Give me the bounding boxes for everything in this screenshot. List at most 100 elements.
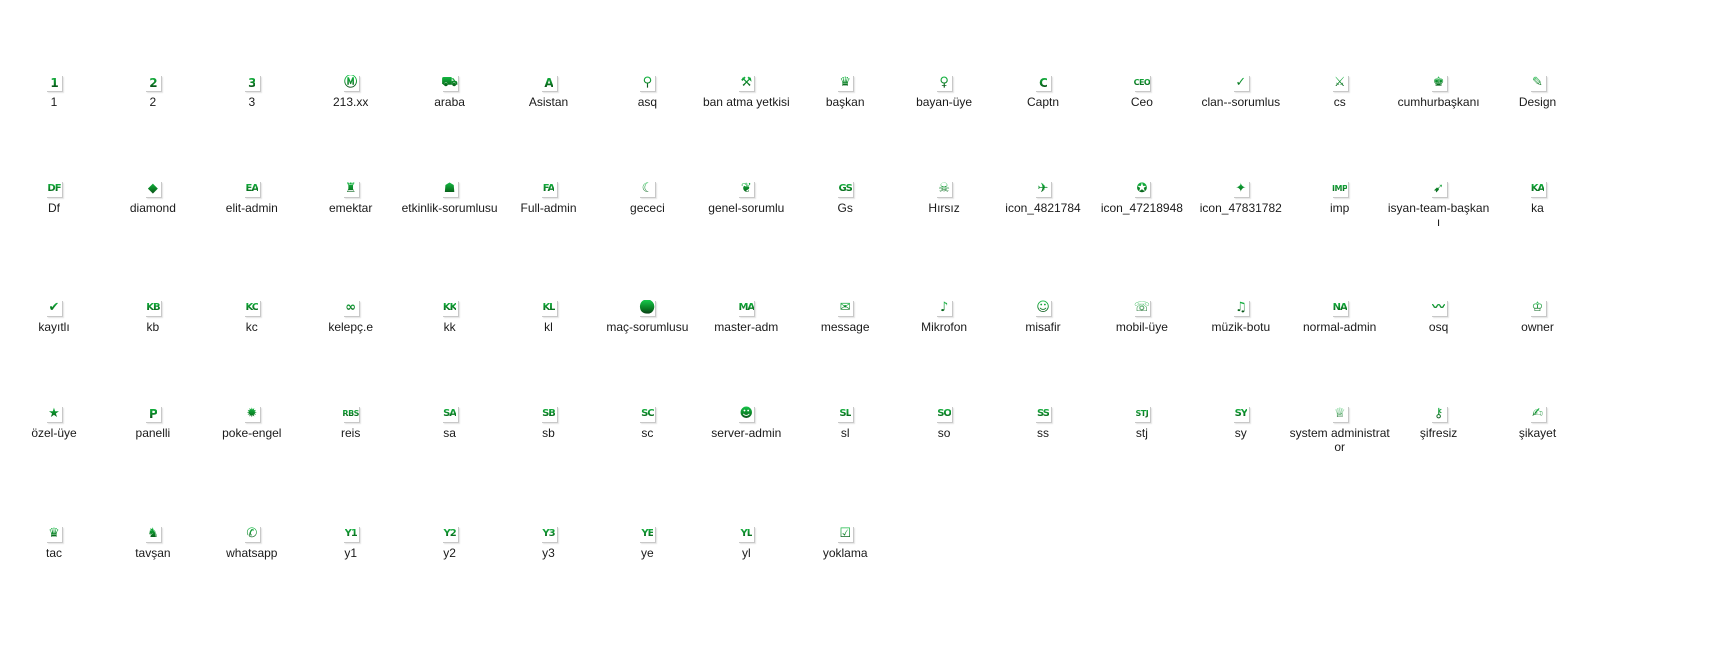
- file-item[interactable]: SS ss: [991, 406, 1095, 440]
- file-item[interactable]: SY sy: [1189, 406, 1293, 440]
- file-item[interactable]: KC kc: [200, 300, 304, 334]
- server-admin-user-icon: ☻: [738, 406, 755, 422]
- file-item[interactable]: ♜ emektar: [299, 181, 403, 215]
- file-item[interactable]: CEO Ceo: [1090, 75, 1194, 109]
- file-item[interactable]: ✆ whatsapp: [200, 526, 304, 560]
- file-item[interactable]: ✈ icon_4821784: [991, 181, 1095, 215]
- file-item[interactable]: Ⓜ 213.xx: [299, 75, 403, 109]
- file-item[interactable]: RBS reis: [299, 406, 403, 440]
- file-item[interactable]: YE ye: [595, 526, 699, 560]
- file-item[interactable]: ♫ müzik-botu: [1189, 300, 1293, 334]
- veteran-figure-icon: ♜: [342, 181, 359, 197]
- yl-text-icon: YL: [738, 526, 755, 542]
- file-item[interactable]: ♛ tac: [2, 526, 106, 560]
- file-item[interactable]: EA elit-admin: [200, 181, 304, 215]
- file-item[interactable]: ∞ kelepç.e: [299, 300, 403, 334]
- insignia-icon: ✪: [1133, 181, 1150, 197]
- file-item[interactable]: GS Gs: [793, 181, 897, 215]
- file-item[interactable]: IMP imp: [1288, 181, 1392, 215]
- file-item[interactable]: STJ stj: [1090, 406, 1194, 440]
- file-item[interactable]: ✉ message: [793, 300, 897, 334]
- file-item[interactable]: SA sa: [398, 406, 502, 440]
- file-item[interactable]: SL sl: [793, 406, 897, 440]
- icon-glyph: ☏: [1133, 300, 1150, 315]
- file-item[interactable]: ♀ bayan-üye: [892, 75, 996, 109]
- file-item[interactable]: ☗ etkinlik-sorumlusu: [398, 181, 502, 215]
- file-item[interactable]: ☏ mobil-üye: [1090, 300, 1194, 334]
- file-name-label: müzik-botu: [1211, 320, 1271, 334]
- file-item[interactable]: ☾ gececi: [595, 181, 699, 215]
- file-item[interactable]: ★ özel-üye: [2, 406, 106, 440]
- swoosh-icon: 〰: [1430, 300, 1447, 316]
- file-item[interactable]: ✹ poke-engel: [200, 406, 304, 440]
- file-item[interactable]: ♪ Mikrofon: [892, 300, 996, 334]
- file-name-label: 2: [149, 95, 157, 109]
- file-name-label: diamond: [129, 201, 176, 215]
- file-item[interactable]: ◆ diamond: [101, 181, 205, 215]
- file-item[interactable]: ✪ icon_47218948: [1090, 181, 1194, 215]
- file-item[interactable]: 33: [200, 75, 304, 109]
- football-icon: ⚽: [639, 300, 656, 316]
- file-item[interactable]: Ppanelli: [101, 406, 205, 440]
- file-item[interactable]: KA ka: [1486, 181, 1590, 215]
- file-item[interactable]: Y2 y2: [398, 526, 502, 560]
- file-item[interactable]: ♞ tavşan: [101, 526, 205, 560]
- file-item[interactable]: ♛ başkan: [793, 75, 897, 109]
- file-item[interactable]: ♕ system administrator: [1288, 406, 1392, 454]
- icon-glyph: Y3: [542, 526, 555, 542]
- file-item[interactable]: ✓ clan--sorumlus: [1189, 75, 1293, 109]
- so-text-icon: SO: [936, 406, 953, 422]
- file-item[interactable]: ☺ misafir: [991, 300, 1095, 334]
- file-item[interactable]: ⚒ ban atma yetkisi: [694, 75, 798, 109]
- file-item[interactable]: Y3 y3: [497, 526, 601, 560]
- file-item[interactable]: ♚ cumhurbaşkanı: [1387, 75, 1491, 109]
- file-item[interactable]: ➹ isyan-team-başkanı: [1387, 181, 1491, 229]
- file-item[interactable]: ✎ Design: [1486, 75, 1590, 109]
- file-item[interactable]: ☑ yoklama: [793, 526, 897, 560]
- file-item[interactable]: SB sb: [497, 406, 601, 440]
- file-item[interactable]: FA Full-admin: [497, 181, 601, 215]
- icon-glyph: ☺: [1036, 300, 1050, 315]
- file-item[interactable]: ❦ genel-sorumlu: [694, 181, 798, 215]
- file-item[interactable]: A Asistan: [497, 75, 601, 109]
- tiara-crown-icon: ♛: [46, 526, 62, 542]
- file-item[interactable]: ⛟ araba: [398, 75, 502, 109]
- file-item[interactable]: Y1 y1: [299, 526, 403, 560]
- file-item[interactable]: MA master-adm: [694, 300, 798, 334]
- file-item[interactable]: ✦ icon_47831782: [1189, 181, 1293, 215]
- file-item[interactable]: SC sc: [595, 406, 699, 440]
- file-item[interactable]: ☠ Hırsız: [892, 181, 996, 215]
- diamond-icon: ◆: [144, 181, 161, 197]
- icon-glyph: ♛: [839, 75, 852, 90]
- file-item[interactable]: 〰 osq: [1387, 300, 1491, 334]
- file-item[interactable]: ⚔ cs: [1288, 75, 1392, 109]
- file-item[interactable]: DF Df: [2, 181, 106, 215]
- icon-glyph: ❦: [740, 181, 752, 196]
- file-item[interactable]: 11: [2, 75, 106, 109]
- file-item[interactable]: ♔ owner: [1486, 300, 1590, 334]
- file-item[interactable]: 22: [101, 75, 205, 109]
- file-item[interactable]: SO so: [892, 406, 996, 440]
- file-name-label: so: [937, 426, 951, 440]
- file-item[interactable]: C Captn: [991, 75, 1095, 109]
- file-item[interactable]: ✔ kayıtlı: [2, 300, 106, 334]
- digit-three-icon: 3: [243, 75, 260, 91]
- attendance-clipboard-icon: ☑: [837, 526, 854, 542]
- mobile-phone-icon: ☏: [1133, 300, 1150, 316]
- check-mark-icon: ✔: [46, 300, 62, 316]
- file-item[interactable]: KB kb: [101, 300, 205, 334]
- file-item[interactable]: NA normal-admin: [1288, 300, 1392, 334]
- file-item[interactable]: ⚷ şifresiz: [1387, 406, 1491, 440]
- file-item[interactable]: ☻ server-admin: [694, 406, 798, 440]
- file-name-label: imp: [1330, 201, 1350, 215]
- icon-glyph: Ⓜ: [344, 75, 358, 90]
- file-item[interactable]: KK kk: [398, 300, 502, 334]
- icon-glyph: KL: [542, 300, 555, 316]
- file-item[interactable]: ⚽ maç-sorumlusu: [595, 300, 699, 334]
- file-item[interactable]: ⚲ asq: [595, 75, 699, 109]
- file-name-label: 213.xx: [333, 95, 369, 109]
- file-item[interactable]: YL yl: [694, 526, 798, 560]
- icon-glyph: SO: [937, 406, 952, 422]
- file-item[interactable]: ✍ şikayet: [1486, 406, 1590, 440]
- file-item[interactable]: KL kl: [497, 300, 601, 334]
